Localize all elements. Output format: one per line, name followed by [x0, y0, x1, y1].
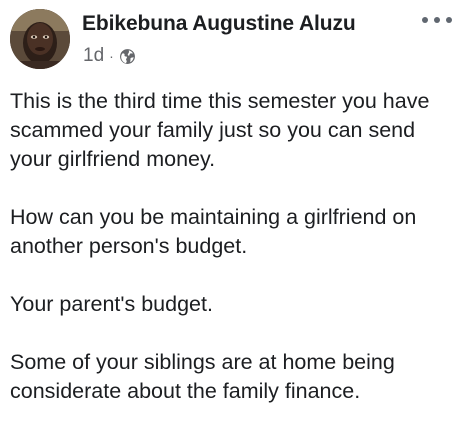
post-paragraph: This is the third time this semester you…: [10, 89, 430, 171]
globe-icon[interactable]: [119, 48, 136, 65]
more-horizontal-icon: [422, 17, 428, 23]
more-options-button[interactable]: [422, 10, 452, 30]
post-paragraph: Some of your siblings are at home being …: [10, 350, 395, 403]
post-body: This is the third time this semester you…: [10, 87, 455, 406]
post-timestamp[interactable]: 1d: [83, 45, 104, 67]
profile-photo: [10, 9, 70, 69]
post-header: Ebikebuna Augustine Aluzu 1d ·: [0, 0, 461, 80]
author-name[interactable]: Ebikebuna Augustine Aluzu: [82, 12, 356, 36]
post-meta: 1d ·: [83, 44, 136, 68]
more-horizontal-icon: [446, 17, 452, 23]
post-paragraph: Your parent's budget.: [10, 292, 213, 316]
meta-separator: ·: [109, 48, 114, 64]
avatar[interactable]: [10, 9, 70, 69]
post-paragraph: How can you be maintaining a girlfriend …: [10, 205, 417, 258]
more-horizontal-icon: [434, 17, 440, 23]
